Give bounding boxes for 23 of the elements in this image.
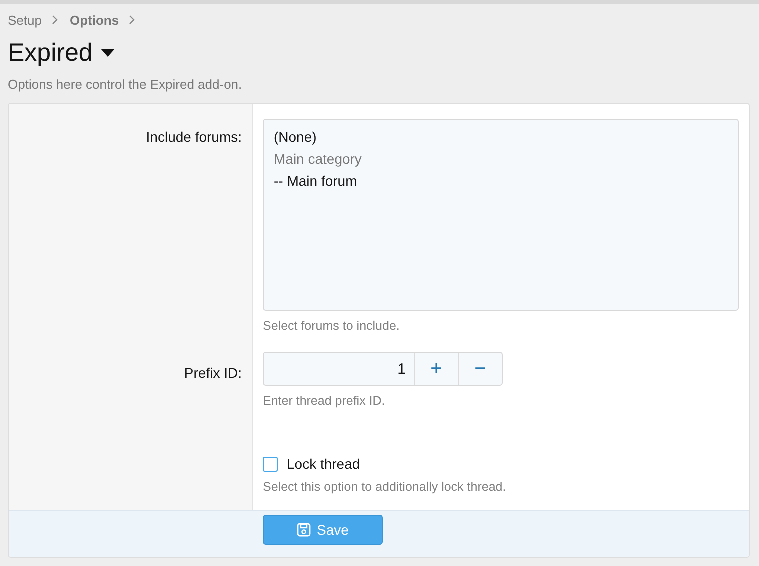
page-description: Options here control the Expired add-on. xyxy=(8,77,244,92)
checkbox[interactable] xyxy=(263,456,278,472)
forum-listbox[interactable]: (None) Main category -- Main forum xyxy=(263,119,739,311)
decrement-button[interactable]: − xyxy=(458,353,502,385)
chevron-icon xyxy=(129,15,136,25)
save-icon xyxy=(297,523,312,537)
field-hint: Select this option to additionally lock thread. xyxy=(263,480,508,494)
checkbox-label[interactable]: Lock thread xyxy=(287,456,360,472)
page-title: Expired xyxy=(8,38,93,69)
field-hint: Enter thread prefix ID. xyxy=(263,394,386,408)
field-label: Include forums: xyxy=(146,129,242,145)
caret-icon[interactable] xyxy=(100,49,115,57)
listbox-option[interactable]: Main category xyxy=(274,148,728,170)
field-hint: Select forums to include. xyxy=(263,319,401,333)
field-label: Prefix ID: xyxy=(184,365,242,381)
save-button[interactable]: Save xyxy=(263,515,383,545)
listbox-option[interactable]: -- Main forum xyxy=(274,170,728,192)
listbox-option[interactable]: (None) xyxy=(274,126,728,148)
chevron-icon xyxy=(52,15,58,25)
number-field[interactable]: 1 + − xyxy=(263,352,503,386)
increment-button[interactable]: + xyxy=(414,353,458,385)
breadcrumb-link[interactable]: Options xyxy=(70,12,120,28)
breadcrumb-link[interactable]: Setup xyxy=(8,12,42,28)
